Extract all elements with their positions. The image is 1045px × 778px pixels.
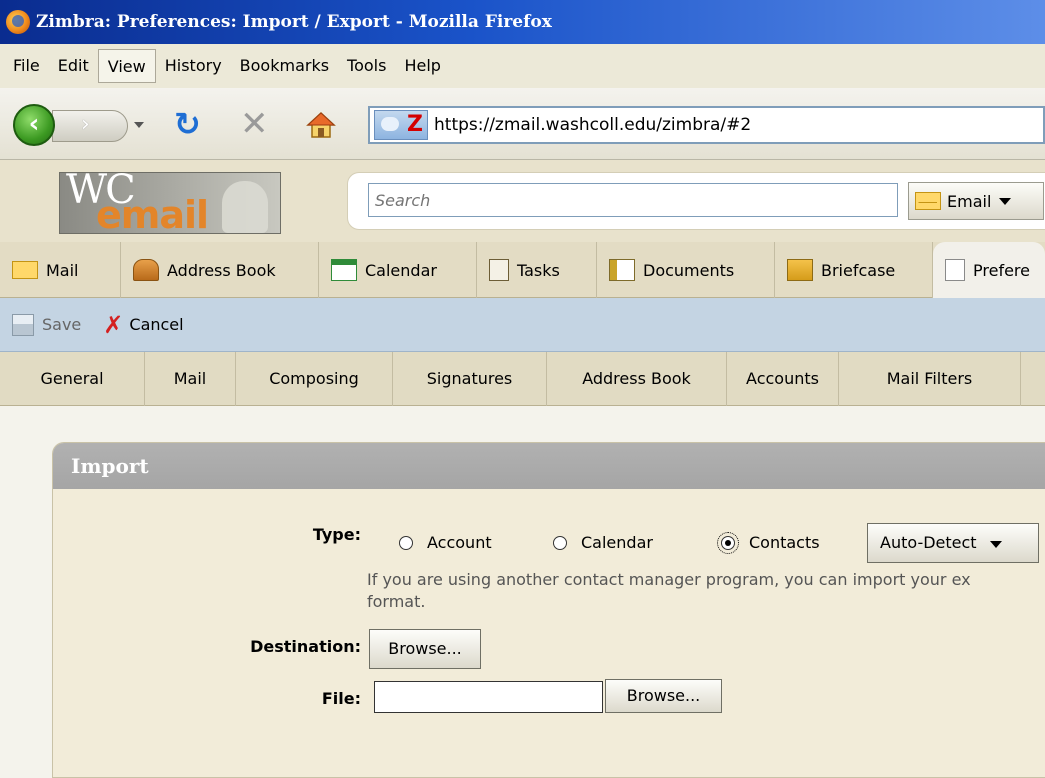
radio-calendar-label: Calendar (581, 533, 653, 552)
destination-label: Destination: (250, 637, 361, 656)
format-dropdown-label: Auto-Detect (880, 533, 977, 552)
back-button[interactable]: ‹ (13, 104, 55, 146)
menu-view[interactable]: View (97, 49, 156, 83)
tab-address-book[interactable]: Address Book (121, 242, 319, 298)
pref-tab-accounts[interactable]: Accounts (727, 352, 839, 406)
home-icon[interactable] (306, 110, 336, 140)
help-line-1: If you are using another contact manager… (367, 570, 971, 589)
menu-tools[interactable]: Tools (338, 49, 395, 83)
envelope-icon (915, 192, 941, 210)
tab-mail-label: Mail (46, 260, 79, 280)
back-arrow-icon: ‹ (28, 109, 40, 139)
radio-contacts-circle[interactable] (717, 531, 739, 554)
tab-preferences-label: Prefere (973, 260, 1030, 280)
menu-history[interactable]: History (156, 49, 231, 83)
briefcase-icon (787, 259, 813, 281)
radio-account-label: Account (427, 533, 492, 552)
file-path-input[interactable] (374, 681, 603, 713)
help-line-2: format. (367, 592, 426, 611)
stop-icon[interactable]: ✕ (240, 106, 269, 142)
firefox-icon (6, 10, 30, 34)
url-text[interactable]: https://zmail.washcoll.edu/zimbra/#2 (434, 115, 751, 135)
tasks-icon (489, 259, 509, 281)
navigation-toolbar: › ‹ ↻ ✕ Z https://zmail.washcoll.edu/zim… (0, 88, 1045, 160)
address-book-icon (133, 259, 159, 281)
menu-help[interactable]: Help (395, 49, 449, 83)
radio-calendar-circle[interactable] (553, 535, 567, 550)
import-panel: Import Type: Account Calendar Contacts A… (52, 442, 1045, 778)
pref-tab-general[interactable]: General (0, 352, 145, 406)
search-area: Email (347, 172, 1045, 230)
search-type-label: Email (947, 191, 992, 211)
documents-icon (609, 259, 635, 281)
reload-icon[interactable]: ↻ (174, 106, 201, 142)
zimbra-header: WC email Email (0, 160, 1045, 242)
menu-file[interactable]: File (4, 49, 49, 83)
forward-arrow-icon: › (81, 112, 90, 137)
window-title: Zimbra: Preferences: Import / Export - M… (36, 12, 552, 32)
menu-bookmarks[interactable]: Bookmarks (231, 49, 338, 83)
history-dropdown-icon[interactable] (134, 122, 144, 128)
type-label: Type: (312, 525, 361, 544)
tab-address-book-label: Address Book (167, 260, 276, 280)
tab-briefcase-label: Briefcase (821, 260, 896, 280)
action-toolbar: Save ✗ Cancel (0, 298, 1045, 352)
import-help-text: If you are using another contact manager… (367, 569, 1045, 613)
menu-edit[interactable]: Edit (49, 49, 98, 83)
destination-browse-button[interactable]: Browse... (369, 629, 481, 669)
format-dropdown[interactable]: Auto-Detect (867, 523, 1039, 563)
cancel-label: Cancel (129, 315, 184, 334)
pref-tab-address-book[interactable]: Address Book (547, 352, 727, 406)
mail-icon (12, 261, 38, 279)
tab-calendar[interactable]: Calendar (319, 242, 477, 298)
radio-calendar[interactable]: Calendar (553, 533, 653, 552)
preferences-content: Import Type: Account Calendar Contacts A… (0, 406, 1045, 778)
tab-preferences[interactable]: Prefere (933, 242, 1045, 298)
preferences-icon (945, 259, 965, 281)
save-label: Save (42, 315, 82, 334)
tab-documents[interactable]: Documents (597, 242, 775, 298)
window-titlebar: Zimbra: Preferences: Import / Export - M… (0, 0, 1045, 44)
radio-contacts[interactable]: Contacts (717, 531, 820, 554)
menubar: File Edit View History Bookmarks Tools H… (0, 44, 1045, 88)
pref-tab-composing[interactable]: Composing (236, 352, 393, 406)
file-browse-button[interactable]: Browse... (605, 679, 722, 713)
save-icon (12, 313, 34, 336)
chevron-down-icon (999, 197, 1012, 205)
tab-tasks[interactable]: Tasks (477, 242, 597, 298)
search-type-dropdown[interactable]: Email (908, 182, 1044, 220)
app-tabs: Mail Address Book Calendar Tasks Documen… (0, 242, 1045, 298)
calendar-icon (331, 259, 357, 281)
tab-tasks-label: Tasks (517, 260, 560, 280)
logo-email-text: email (96, 193, 209, 234)
preference-tabs: General Mail Composing Signatures Addres… (0, 352, 1045, 406)
address-bar[interactable]: Z https://zmail.washcoll.edu/zimbra/#2 (368, 106, 1045, 144)
file-label: File: (321, 689, 361, 708)
radio-account[interactable]: Account (399, 533, 492, 552)
chevron-down-icon (989, 541, 1002, 548)
tab-documents-label: Documents (643, 260, 735, 280)
cancel-button[interactable]: ✗ Cancel (103, 310, 184, 339)
cancel-x-icon: ✗ (103, 310, 124, 339)
tab-calendar-label: Calendar (365, 260, 437, 280)
pref-tab-mail[interactable]: Mail (145, 352, 236, 406)
pref-tab-mail-filters[interactable]: Mail Filters (839, 352, 1021, 406)
tab-briefcase[interactable]: Briefcase (775, 242, 933, 298)
radio-account-circle[interactable] (399, 535, 413, 550)
radio-contacts-label: Contacts (749, 533, 820, 552)
wc-email-logo[interactable]: WC email (59, 172, 281, 234)
save-button[interactable]: Save (12, 313, 82, 336)
pref-tab-signatures[interactable]: Signatures (393, 352, 547, 406)
import-panel-title: Import (53, 443, 1045, 489)
site-favicon-icon: Z (374, 110, 428, 140)
forward-button[interactable]: › (52, 110, 128, 142)
search-input[interactable] (368, 183, 898, 217)
tab-mail[interactable]: Mail (0, 242, 121, 298)
logo-head-icon (222, 181, 268, 233)
